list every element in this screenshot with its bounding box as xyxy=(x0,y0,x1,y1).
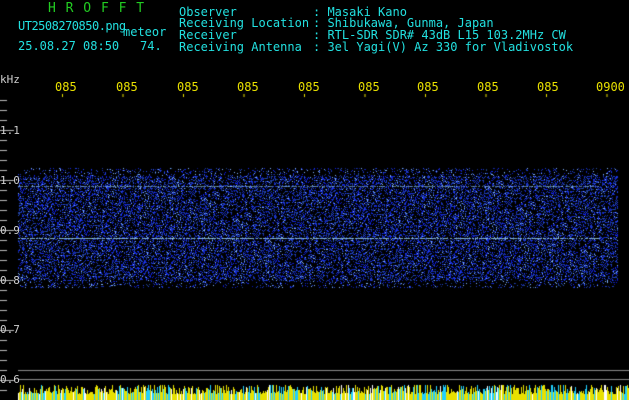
time-tick: 085 xyxy=(298,80,320,94)
time-tick: 085 xyxy=(477,80,499,94)
time-tick: 085 xyxy=(55,80,77,94)
time-tick: 085 xyxy=(537,80,559,94)
mode-label: meteor xyxy=(123,25,167,39)
axis-unit-label: kHz xyxy=(0,73,20,86)
freq-tick: 1.1 xyxy=(0,124,20,137)
freq-tick: 0.8 xyxy=(0,274,20,287)
time-tick: 085 xyxy=(237,80,259,94)
time-tick: 085 xyxy=(177,80,199,94)
antenna-value: : 3el Yagi(V) Az 330 for Vladivostok xyxy=(313,40,574,54)
freq-tick: 0.7 xyxy=(0,323,20,336)
time-tick: 0900 xyxy=(596,80,625,94)
freq-tick: 0.9 xyxy=(0,224,20,237)
antenna-label: Receiving Antenna xyxy=(179,40,302,54)
observation-datetime: 25.08.27 08:50 xyxy=(18,39,120,53)
hroft-screen: { "header": { "logo": "H R O F F T", "fi… xyxy=(0,0,629,400)
app-logo: H R O F F T xyxy=(48,1,146,16)
freq-tick: 0.6 xyxy=(0,373,20,386)
freq-tick: 1.0 xyxy=(0,174,20,187)
meteor-count: 74. xyxy=(140,39,162,53)
time-tick: 085 xyxy=(417,80,439,94)
spectrogram-canvas xyxy=(0,0,629,400)
image-filename: UT2508270850.png xyxy=(18,19,126,33)
time-tick: 085 xyxy=(358,80,380,94)
time-tick: 085 xyxy=(116,80,138,94)
